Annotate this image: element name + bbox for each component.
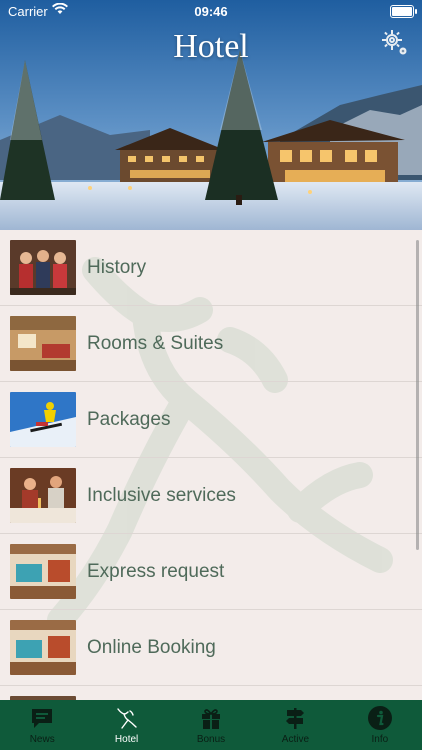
tab-bonus[interactable]: Bonus xyxy=(169,700,253,750)
gear-icon[interactable] xyxy=(380,28,410,58)
tab-label: News xyxy=(29,734,55,745)
list-item-inclusive-services[interactable]: Inclusive services xyxy=(0,458,422,534)
list-item-label: Express request xyxy=(87,560,225,582)
list-item-label: Online Booking xyxy=(87,636,216,658)
list-item-partial[interactable] xyxy=(0,686,422,700)
battery-icon xyxy=(390,5,414,18)
list-item-history[interactable]: History xyxy=(0,230,422,306)
list-item-packages[interactable]: Packages xyxy=(0,382,422,458)
list-item-online-booking[interactable]: Online Booking xyxy=(0,610,422,686)
skier-photo xyxy=(10,392,76,447)
hotel-menu-list: History Rooms & Suites Packages Inclusiv… xyxy=(0,230,422,700)
battery-nub xyxy=(415,9,417,14)
suite-photo xyxy=(10,544,76,599)
list-item-label: Packages xyxy=(87,408,171,430)
list-item-express-request[interactable]: Express request xyxy=(0,534,422,610)
status-bar: Carrier 09:46 xyxy=(0,0,422,22)
dinner-photo xyxy=(10,468,76,523)
deer-icon xyxy=(116,708,137,729)
tab-label: Bonus xyxy=(196,734,226,745)
list-item-label: Rooms & Suites xyxy=(87,332,224,354)
gift-icon xyxy=(202,709,221,729)
suite-photo xyxy=(10,620,76,675)
list-item-rooms-suites[interactable]: Rooms & Suites xyxy=(0,306,422,382)
signpost-icon xyxy=(286,708,305,729)
tab-label: Active xyxy=(281,734,310,745)
tab-active[interactable]: Active xyxy=(253,700,337,750)
tab-bar: News Hotel Bonus Active Info xyxy=(0,700,422,750)
tab-label: Info xyxy=(371,734,389,745)
list-item-label: Inclusive services xyxy=(87,484,236,506)
room-photo xyxy=(10,316,76,371)
tab-label: Hotel xyxy=(114,734,139,745)
tab-info[interactable]: Info xyxy=(338,700,422,750)
family-photo xyxy=(10,240,76,295)
page-title: Hotel xyxy=(173,28,249,65)
chat-bubble-icon xyxy=(32,709,53,728)
tab-hotel[interactable]: Hotel xyxy=(84,700,168,750)
list-item-label: History xyxy=(87,256,147,278)
clock: 09:46 xyxy=(194,4,228,19)
tab-news[interactable]: News xyxy=(0,700,84,750)
info-icon xyxy=(367,706,392,730)
scrollbar[interactable] xyxy=(416,240,419,550)
